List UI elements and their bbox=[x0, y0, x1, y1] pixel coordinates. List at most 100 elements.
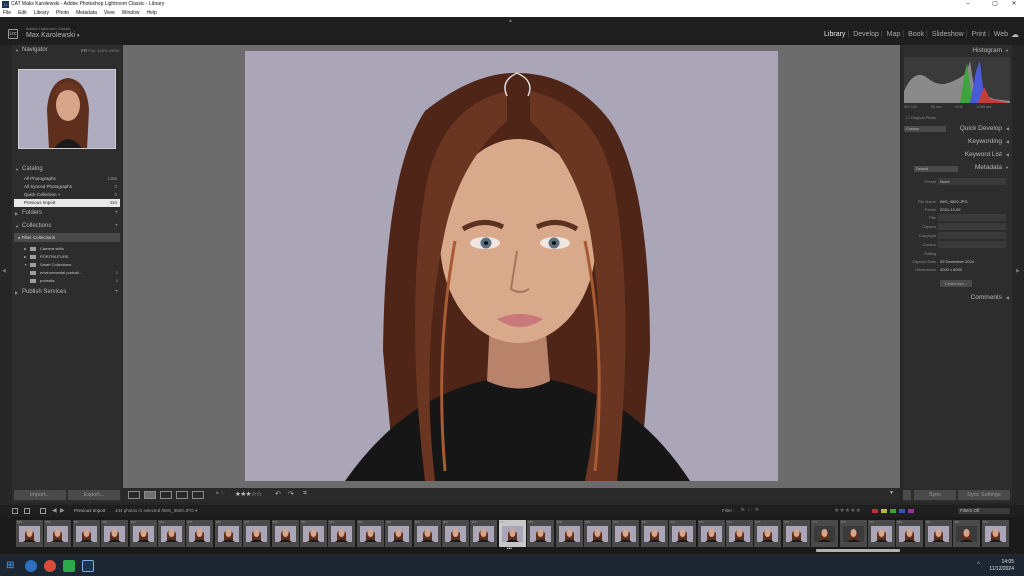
catalog-header[interactable]: ▼ Catalog bbox=[12, 165, 122, 174]
publish-services-header[interactable]: ▶ Publish Services + bbox=[12, 288, 122, 297]
filmstrip-thumbnail[interactable]: 382 bbox=[953, 520, 981, 547]
flag-filter-icon[interactable]: ⚑ ⚐ ⚑ bbox=[740, 505, 759, 517]
filmstrip-thumbnail-selected[interactable]: 366 ••• bbox=[498, 520, 526, 552]
sync-toggle-button[interactable] bbox=[903, 490, 911, 500]
second-monitor-icon[interactable] bbox=[24, 508, 30, 514]
filmstrip-thumbnail[interactable]: 381 bbox=[924, 520, 952, 547]
filmstrip-thumbnail[interactable]: 356 bbox=[214, 520, 242, 547]
color-label-yellow[interactable] bbox=[881, 509, 887, 513]
left-panel-toggle-icon[interactable]: ◀ bbox=[2, 268, 6, 274]
catalog-item[interactable]: All Synced Photographs 0 bbox=[14, 183, 120, 191]
keywording-header[interactable]: Keywording ◀ bbox=[902, 137, 1012, 147]
color-label-red[interactable] bbox=[872, 509, 878, 513]
module-web[interactable]: Web bbox=[994, 31, 1008, 38]
menu-view[interactable]: View bbox=[104, 10, 115, 16]
forward-arrow-icon[interactable]: ▶ bbox=[60, 505, 65, 517]
filmstrip-thumbnail[interactable]: 375 bbox=[754, 520, 782, 547]
loupe-view[interactable] bbox=[123, 45, 900, 488]
collection-set[interactable]: ▶ PORTRAITURE bbox=[24, 253, 120, 261]
windows-start-icon[interactable]: ⊞ bbox=[6, 560, 18, 572]
system-tray-chevron-icon[interactable]: ^ bbox=[977, 562, 980, 568]
flag-icons[interactable]: ⚑ ⚐ bbox=[215, 491, 225, 497]
loupe-view-button[interactable] bbox=[144, 491, 156, 499]
filmstrip-thumbnail[interactable]: 372 bbox=[669, 520, 697, 547]
collection-set[interactable]: ▼ Smart Collections bbox=[24, 261, 120, 269]
filmstrip-thumbnail[interactable]: 350 bbox=[44, 520, 72, 547]
filmstrip-thumbnail[interactable]: 353 bbox=[129, 520, 157, 547]
filmstrip-source[interactable]: Previous Import bbox=[74, 505, 106, 517]
filmstrip-thumbnail[interactable]: 351 bbox=[72, 520, 100, 547]
filmstrip-thumbnail[interactable]: 376 bbox=[782, 520, 810, 547]
cloud-sync-icon[interactable]: ☁ bbox=[1011, 30, 1019, 39]
catalog-item[interactable]: All Photographs 1456 bbox=[14, 175, 120, 183]
toolbar-menu-icon[interactable]: ▼ bbox=[889, 490, 894, 496]
close-button[interactable]: ✕ bbox=[1002, 0, 1024, 9]
filmstrip-thumbnail[interactable]: 355 bbox=[186, 520, 214, 547]
filmstrip-thumbnail[interactable]: 370 bbox=[612, 520, 640, 547]
right-panel-toggle-icon[interactable]: ▶ bbox=[1016, 268, 1020, 274]
system-clock[interactable]: 14:05 11/12/2024 bbox=[989, 559, 1014, 573]
app-icon-green[interactable] bbox=[63, 560, 75, 572]
module-slideshow[interactable]: Slideshow bbox=[932, 31, 964, 38]
filmstrip-thumbnail[interactable]: 354 bbox=[158, 520, 185, 547]
zoom-200[interactable]: 200% bbox=[109, 48, 119, 53]
zoom-fill[interactable]: FILL bbox=[88, 48, 96, 53]
metadata-preset-select[interactable]: None bbox=[938, 178, 1006, 185]
histogram[interactable] bbox=[904, 57, 1010, 103]
customize-button[interactable]: Customize... bbox=[940, 280, 972, 287]
sync-settings-button[interactable]: Sync Settings bbox=[958, 490, 1010, 500]
back-arrow-icon[interactable]: ◀ bbox=[52, 505, 57, 517]
crop-icon[interactable]: ⌗ bbox=[303, 490, 307, 498]
compare-view-button[interactable] bbox=[160, 491, 172, 499]
filmstrip-thumbnail[interactable]: 363 bbox=[413, 520, 441, 547]
filmstrip-thumbnail[interactable]: 377 bbox=[811, 520, 839, 547]
menu-window[interactable]: Window bbox=[122, 10, 140, 16]
rating-filter-stars[interactable]: ★★★★★ bbox=[834, 505, 861, 517]
filmstrip[interactable]: 349 350 351 352 353 354 355 356 357 358 359 360 361 3… bbox=[0, 517, 1024, 554]
main-photo[interactable] bbox=[245, 51, 778, 481]
survey-view-button[interactable] bbox=[176, 491, 188, 499]
chrome-icon[interactable] bbox=[44, 560, 56, 572]
filmstrip-thumbnail[interactable]: 369 bbox=[584, 520, 611, 547]
export-button[interactable]: Export... bbox=[68, 490, 120, 500]
filmstrip-thumbnail[interactable]: 383 bbox=[981, 520, 1009, 547]
metadata-header[interactable]: Metadata ▼ bbox=[902, 163, 1012, 173]
module-print[interactable]: Print bbox=[972, 31, 986, 38]
menu-help[interactable]: Help bbox=[146, 10, 156, 16]
filmstrip-info[interactable]: 434 photos /1 selected /IMG_9820.JPG ▾ bbox=[115, 505, 197, 517]
filmstrip-scrollbar[interactable] bbox=[816, 549, 900, 552]
rotate-right-icon[interactable]: ↷ bbox=[288, 490, 294, 498]
second-window-icon[interactable] bbox=[12, 508, 18, 514]
histogram-header[interactable]: Histogram ▼ bbox=[902, 46, 1012, 56]
color-label-blue[interactable] bbox=[899, 509, 905, 513]
filmstrip-thumbnail[interactable]: 362 bbox=[385, 520, 413, 547]
minimize-button[interactable]: – bbox=[956, 0, 980, 9]
catalog-item[interactable]: Quick Collection +0 bbox=[14, 191, 120, 199]
filmstrip-thumbnail[interactable]: 378 bbox=[839, 520, 867, 547]
filmstrip-thumbnail[interactable]: 352 bbox=[101, 520, 129, 547]
navigator-preview[interactable] bbox=[18, 69, 116, 149]
grid-view-button[interactable] bbox=[128, 491, 140, 499]
module-map[interactable]: Map bbox=[887, 31, 901, 38]
filmstrip-thumbnail[interactable]: 349 bbox=[16, 520, 43, 547]
module-library[interactable]: Library bbox=[824, 31, 845, 38]
filmstrip-thumbnail[interactable]: 373 bbox=[697, 520, 725, 547]
filmstrip-thumbnail[interactable]: 379 bbox=[868, 520, 895, 547]
color-label-purple[interactable] bbox=[908, 509, 914, 513]
filmstrip-thumbnail[interactable]: 360 bbox=[328, 520, 356, 547]
menu-photo[interactable]: Photo bbox=[56, 10, 69, 16]
filmstrip-thumbnail[interactable]: 371 bbox=[640, 520, 668, 547]
add-folder-icon[interactable]: + bbox=[114, 209, 118, 218]
folders-header[interactable]: ▶ Folders + bbox=[12, 209, 122, 218]
filmstrip-thumbnail[interactable]: 368 bbox=[555, 520, 583, 547]
zoom-fit[interactable]: FIT bbox=[81, 48, 87, 53]
original-photo-checkbox[interactable]: ☐ Original Photo bbox=[906, 115, 936, 120]
menu-edit[interactable]: Edit bbox=[18, 10, 27, 16]
menu-file[interactable]: File bbox=[3, 10, 11, 16]
rotate-left-icon[interactable]: ↶ bbox=[275, 490, 281, 498]
filmstrip-thumbnail[interactable]: 359 bbox=[300, 520, 327, 547]
collection-item[interactable]: portraits 0 bbox=[24, 277, 120, 285]
quick-develop-header[interactable]: Quick Develop ◀ bbox=[902, 124, 1012, 134]
filmstrip-thumbnail[interactable]: 358 bbox=[271, 520, 299, 547]
top-panel-toggle-icon[interactable]: ▲ bbox=[508, 18, 513, 24]
